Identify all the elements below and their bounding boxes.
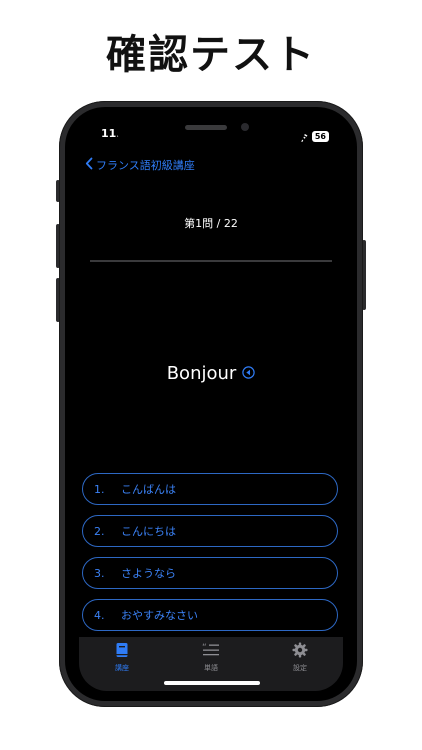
speaker-grille (185, 125, 227, 130)
home-indicator (164, 681, 260, 685)
headline: 確認テスト (106, 32, 316, 78)
choice-number: 1. (94, 482, 105, 496)
tab-label: 単語 (204, 664, 218, 672)
quote-list-icon: “ (202, 642, 220, 660)
question-counter: 第1問 / 22 (184, 217, 238, 230)
back-button[interactable]: フランス語初級講座 (85, 157, 195, 173)
speaker-play-icon[interactable] (242, 364, 255, 383)
back-label: フランス語初級講座 (96, 159, 195, 172)
choice-text: おやすみなさい (121, 609, 198, 622)
app-screen: 11:03 56 フランス語初級講座 第1問 / 22 (79, 117, 343, 691)
tab-vocabulary[interactable]: “ 単語 (176, 642, 246, 673)
choice-button-3[interactable]: 3. さようなら (82, 557, 338, 589)
choice-button-2[interactable]: 2. こんにちは (82, 515, 338, 547)
progress-bar (90, 260, 332, 262)
chevron-left-icon (85, 157, 93, 173)
tab-settings[interactable]: 設定 (265, 642, 335, 673)
quiz-word: Bonjour (166, 363, 237, 384)
choice-text: こんにちは (121, 525, 176, 538)
choice-button-1[interactable]: 1. こんばんは (82, 473, 338, 505)
choice-number: 3. (94, 566, 105, 580)
battery-indicator: 56 (311, 131, 329, 142)
choice-number: 4. (94, 608, 105, 622)
choice-text: こんばんは (121, 483, 176, 496)
tab-label: 設定 (293, 664, 307, 672)
choice-text: さようなら (121, 567, 176, 580)
tab-course[interactable]: 講座 (87, 642, 157, 673)
front-camera (241, 123, 249, 131)
choice-number: 2. (94, 524, 105, 538)
notch (117, 117, 305, 147)
word-row: Bonjour (79, 363, 343, 384)
gear-icon (292, 642, 308, 660)
choice-button-4[interactable]: 4. おやすみなさい (82, 599, 338, 631)
svg-text:“: “ (202, 643, 207, 653)
tab-label: 講座 (115, 664, 129, 672)
book-icon (115, 642, 129, 660)
